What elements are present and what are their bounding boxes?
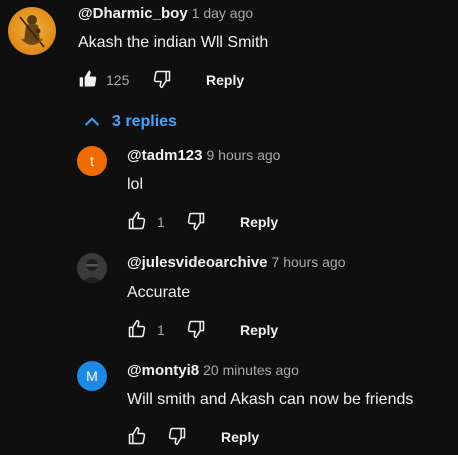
- comment-author-name[interactable]: @Dharmic_boy: [78, 5, 188, 22]
- toggle-replies-button[interactable]: 3 replies: [82, 112, 177, 132]
- reply-like-button[interactable]: [127, 319, 147, 339]
- reply-author[interactable]: @montyi8 20 minutes ago: [127, 362, 299, 379]
- reply-author[interactable]: @julesvideoarchive 7 hours ago: [127, 254, 345, 271]
- thumbs-up-icon: [128, 319, 146, 338]
- reply-dislike-button[interactable]: [186, 211, 206, 231]
- avatar-letter: t: [90, 153, 94, 169]
- thumbs-up-filled-icon: [79, 70, 97, 87]
- reply-timestamp[interactable]: 20 minutes ago: [203, 362, 299, 378]
- thumbs-down-icon: [187, 212, 205, 231]
- reply-dislike-button[interactable]: [167, 426, 187, 446]
- avatar-letter: M: [86, 368, 98, 384]
- reply-author-name[interactable]: @julesvideoarchive: [127, 254, 268, 271]
- reply-text: Accurate: [127, 284, 191, 301]
- replies-count-label: 3 replies: [112, 113, 177, 130]
- reply-timestamp[interactable]: 9 hours ago: [207, 147, 281, 163]
- reply-like-count: 1: [157, 322, 165, 338]
- reply-dislike-button[interactable]: [186, 319, 206, 339]
- chevron-up-icon: [85, 117, 99, 126]
- reply-like-button[interactable]: [127, 426, 147, 446]
- reply-author[interactable]: @tadm123 9 hours ago: [127, 147, 280, 164]
- comment-timestamp[interactable]: 1 day ago: [192, 5, 254, 21]
- commenter-avatar[interactable]: [8, 7, 56, 55]
- reply-text: lol: [127, 176, 144, 193]
- thumbs-down-icon: [153, 70, 171, 89]
- thumbs-down-icon: [187, 320, 205, 339]
- dislike-button[interactable]: [152, 69, 172, 89]
- comment-author[interactable]: @Dharmic_boy 1 day ago: [78, 5, 253, 22]
- reply-avatar-julesvideoarchive[interactable]: [77, 253, 107, 283]
- reply-like-button[interactable]: [127, 211, 147, 231]
- reply-author-name[interactable]: @montyi8: [127, 362, 199, 379]
- comment-text: Akash the indian Wll Smith: [78, 34, 269, 51]
- thumbs-down-icon: [168, 427, 186, 446]
- comment-thread: @Dharmic_boy 1 day ago Akash the indian W…: [0, 0, 458, 455]
- reply-timestamp[interactable]: 7 hours ago: [272, 254, 346, 270]
- reply-avatar-tadm123[interactable]: t: [77, 146, 107, 176]
- person-photo-icon: [77, 253, 107, 283]
- reply-button[interactable]: Reply: [206, 72, 244, 88]
- reply-author-name[interactable]: @tadm123: [127, 147, 203, 164]
- reply-button[interactable]: Reply: [240, 214, 278, 230]
- reply-text: Will smith and Akash can now be friends: [127, 391, 414, 408]
- deity-illustration-icon: [19, 15, 45, 48]
- reply-like-count: 1: [157, 214, 165, 230]
- reply-button[interactable]: Reply: [221, 429, 259, 445]
- thumbs-up-icon: [128, 211, 146, 230]
- thumbs-up-icon: [128, 426, 146, 445]
- like-count: 125: [106, 72, 130, 88]
- like-button[interactable]: [78, 69, 98, 89]
- reply-button[interactable]: Reply: [240, 322, 278, 338]
- reply-avatar-montyi8[interactable]: M: [77, 361, 107, 391]
